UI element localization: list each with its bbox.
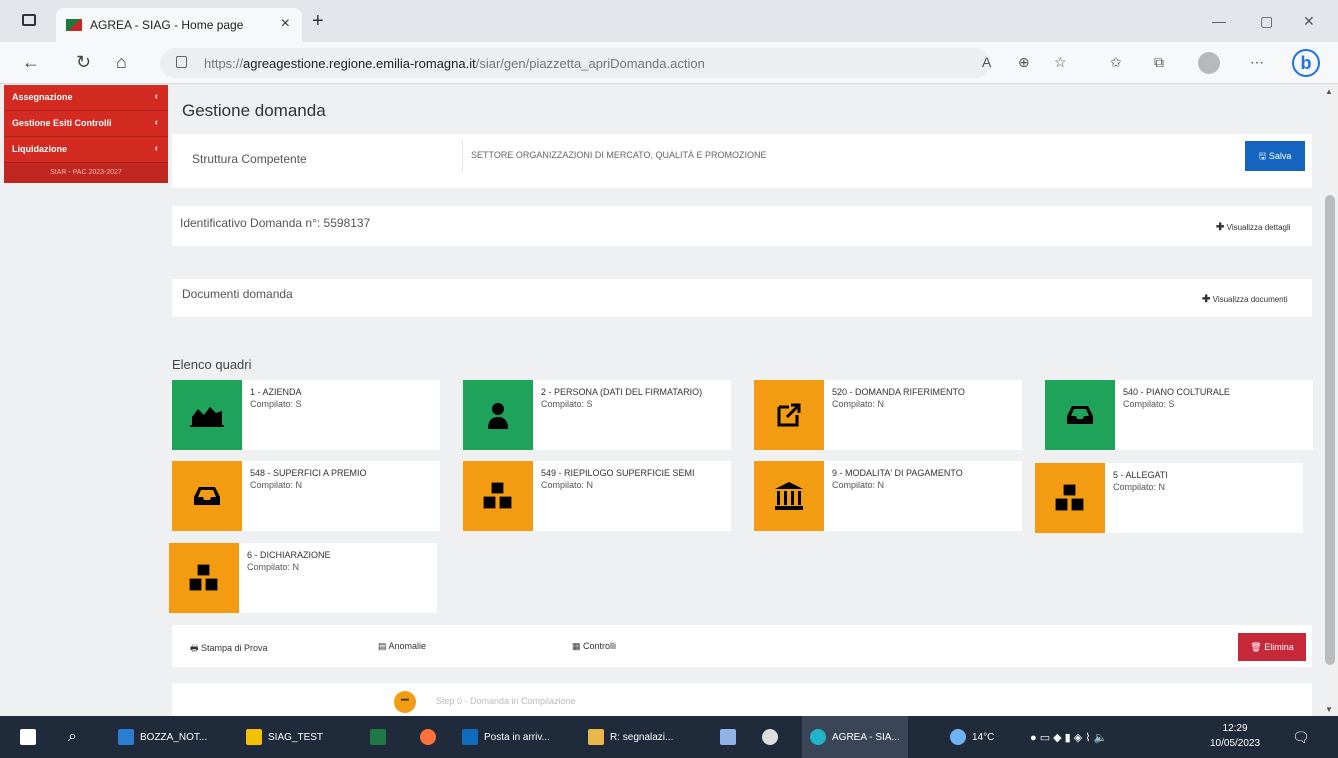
inbox-icon: [1067, 406, 1093, 424]
minimize-icon[interactable]: —: [1212, 13, 1226, 29]
visualizza-documenti-button[interactable]: ✚ Visualizza documenti: [1202, 294, 1288, 305]
add-favorite-icon[interactable]: ☆: [1054, 54, 1067, 71]
zoom-icon[interactable]: ⊕: [1018, 54, 1030, 71]
browser-tab-bar: AGREA - SIAG - Home page × + — ▢ ✕: [0, 0, 1338, 42]
profile-avatar[interactable]: [1198, 52, 1220, 74]
chevron-left-icon: ‹: [154, 117, 158, 128]
external-link-icon: [777, 403, 801, 427]
quadro-tile[interactable]: 6 - DICHIARAZIONE Compilato: N: [169, 543, 437, 613]
quadro-tile[interactable]: 1 - AZIENDA Compilato: S: [172, 380, 440, 450]
save-button[interactable]: 🖫 Salva: [1245, 141, 1305, 171]
firefox-icon[interactable]: [420, 716, 442, 758]
favorites-icon[interactable]: ✩: [1110, 54, 1122, 71]
page-scrollbar[interactable]: ▲ ▼: [1322, 85, 1338, 716]
scroll-thumb[interactable]: [1325, 195, 1335, 665]
weather-icon[interactable]: 14°C: [950, 716, 994, 758]
maximize-icon[interactable]: ▢: [1260, 13, 1273, 30]
chevron-left-icon: ‹: [154, 91, 158, 102]
scroll-down-icon[interactable]: ▼: [1325, 705, 1333, 714]
url-text: https://agreagestione.regione.emilia-rom…: [204, 56, 705, 71]
taskbar: ⌕ BOZZA_NOT... SIAG_TEST Posta in arriv.…: [0, 716, 1338, 758]
collections-icon[interactable]: ⧉: [1154, 54, 1164, 71]
favicon-icon: [66, 19, 82, 31]
identificativo-label: Identificativo Domanda n°: 5598137: [180, 216, 371, 230]
close-window-icon[interactable]: ✕: [1303, 13, 1315, 30]
taskbar-item-segnalazioni[interactable]: R: segnalazi...: [588, 716, 673, 758]
lock-icon: [176, 56, 187, 68]
anomalie-button[interactable]: ▤ Anomalie: [378, 641, 426, 652]
taskbar-clock[interactable]: 12:29 10/05/2023: [1210, 721, 1260, 751]
search-icon[interactable]: ⌕: [68, 716, 77, 758]
quadro-tile[interactable]: 540 - PIANO COLTURALE Compilato: S: [1045, 380, 1313, 450]
system-tray-icons[interactable]: ● ▭ ◆ ▮ ◈ ⌇ 🔈: [1030, 716, 1107, 758]
app-icon[interactable]: [720, 716, 742, 758]
quadro-tile[interactable]: 9 - MODALITA' DI PAGAMENTO Compilato: N: [754, 461, 1022, 531]
taskbar-item-posta[interactable]: Posta in arriv...: [462, 716, 550, 758]
sidebar-item-gestione-esiti[interactable]: Gestione Esiti Controlli ‹: [4, 111, 168, 137]
close-tab-icon[interactable]: ×: [281, 15, 290, 33]
window-menu-icon[interactable]: [22, 14, 36, 26]
address-toolbar: ← ↻ ⌂ https://agreagestione.regione.emil…: [0, 42, 1338, 84]
documenti-label: Documenti domanda: [182, 287, 293, 301]
notifications-icon[interactable]: 🗨: [1292, 716, 1310, 758]
start-icon[interactable]: [20, 716, 42, 758]
quadro-tile[interactable]: 548 - SUPERFICI A PREMIO Compilato: N: [172, 461, 440, 531]
bing-icon[interactable]: b: [1292, 49, 1320, 77]
visualizza-dettagli-button[interactable]: ✚ Visualizza dettagli: [1216, 222, 1291, 233]
stampa-di-prova-button[interactable]: 🖶 Stampa di Prova: [190, 641, 268, 657]
step-bar: − Step 0 - Domanda in Compilazione: [172, 683, 1312, 716]
quadro-tile[interactable]: 5 - ALLEGATI Compilato: N: [1035, 463, 1303, 533]
taskbar-item-siag-test[interactable]: SIAG_TEST: [246, 716, 323, 758]
refresh-icon[interactable]: ↻: [76, 52, 91, 73]
cubes-icon: [1054, 483, 1085, 512]
inbox-icon: [194, 487, 220, 505]
new-tab-icon[interactable]: +: [312, 10, 324, 33]
area-chart-icon: [190, 407, 224, 427]
sidebar-item-assegnazione[interactable]: Assegnazione ‹: [4, 85, 168, 111]
chevron-left-icon: ‹: [154, 143, 158, 154]
bank-icon: [775, 482, 803, 510]
scroll-up-icon[interactable]: ▲: [1325, 87, 1333, 96]
sidebar: Assegnazione ‹ Gestione Esiti Controlli …: [4, 85, 168, 183]
excel-icon[interactable]: [370, 716, 392, 758]
page-viewport: Assegnazione ‹ Gestione Esiti Controlli …: [0, 85, 1338, 716]
controlli-button[interactable]: ▦ Controlli: [572, 641, 616, 652]
quadro-tile[interactable]: 2 - PERSONA (DATI DEL FIRMATARIO) Compila…: [463, 380, 731, 450]
sidebar-item-liquidazione[interactable]: Liquidazione ‹: [4, 137, 168, 163]
struttura-select[interactable]: SETTORE ORGANIZZAZIONI DI MERCATO, QUALI…: [462, 140, 1244, 172]
user-icon: [488, 403, 508, 429]
more-options-icon[interactable]: ⋯: [1250, 54, 1264, 71]
documenti-panel: [172, 279, 1312, 317]
step-label: Step 0 - Domanda in Compilazione: [436, 696, 576, 706]
tab-title: AGREA - SIAG - Home page: [90, 18, 244, 32]
elimina-button[interactable]: 🗑 Elimina: [1238, 633, 1306, 661]
taskbar-item-bozza[interactable]: BOZZA_NOT...: [118, 716, 207, 758]
elenco-quadri-heading: Elenco quadri: [172, 357, 252, 372]
clock-app-icon[interactable]: [762, 716, 784, 758]
sidebar-sub-item[interactable]: SIAR - PAC 2023-2027: [4, 163, 168, 183]
step-minus-icon[interactable]: −: [394, 691, 416, 713]
url-bar[interactable]: https://agreagestione.regione.emilia-rom…: [160, 48, 990, 78]
home-icon[interactable]: ⌂: [116, 52, 127, 73]
quadro-tile[interactable]: 549 - RIEPILOGO SUPERFICIE SEMI Compilato…: [463, 461, 731, 531]
back-icon[interactable]: ←: [22, 52, 40, 73]
read-aloud-icon[interactable]: A: [982, 54, 991, 70]
struttura-label: Struttura Competente: [192, 152, 307, 166]
action-bar: 🖶 Stampa di Prova ▤ Anomalie ▦ Controlli…: [172, 625, 1312, 667]
cubes-icon: [188, 563, 219, 592]
taskbar-item-agrea[interactable]: AGREA - SIA...: [802, 716, 908, 758]
page-title: Gestione domanda: [182, 101, 326, 120]
browser-tab[interactable]: AGREA - SIAG - Home page ×: [56, 8, 302, 42]
quadro-tile[interactable]: 520 - DOMANDA RIFERIMENTO Compilato: N: [754, 380, 1022, 450]
cubes-icon: [482, 481, 513, 510]
